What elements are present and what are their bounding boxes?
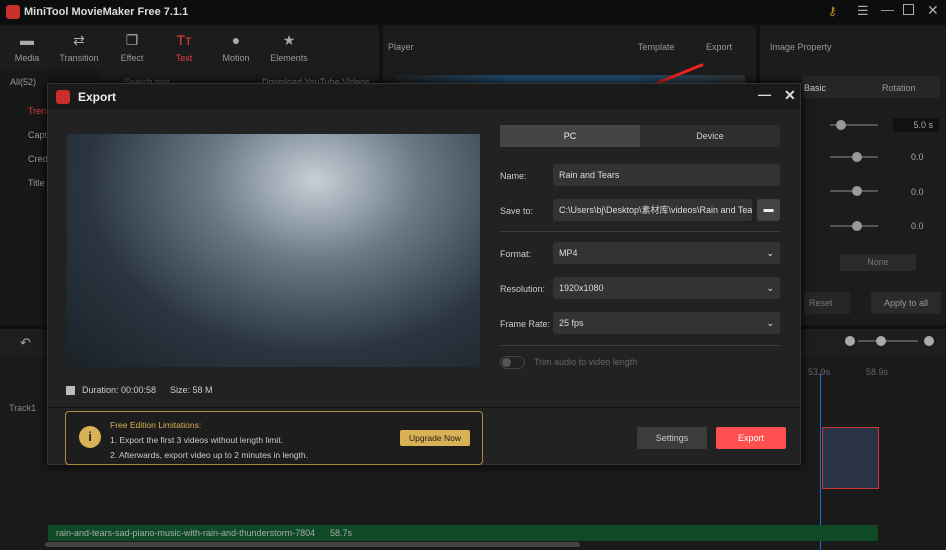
limitation-line-1: 1. Export the first 3 videos without len… <box>110 435 283 445</box>
undo-icon[interactable]: ↶ <box>20 335 31 351</box>
swap-icon: ⇄ <box>73 32 85 48</box>
dialog-close-icon[interactable]: ✕ <box>784 87 796 104</box>
frame-rate-label: Frame Rate: <box>500 319 551 329</box>
app-logo-icon <box>56 89 70 104</box>
time-mark: 58.9s <box>866 367 889 377</box>
name-label: Name: <box>500 171 527 181</box>
tab-device[interactable]: Device <box>640 125 780 147</box>
resolution-select[interactable]: 1920x1080 ⌄ <box>553 277 780 299</box>
star-icon: ★ <box>282 32 296 48</box>
format-label: Format: <box>500 249 532 259</box>
trim-audio-label: Trim audio to video length <box>534 357 638 367</box>
frame-rate-select[interactable]: 25 fps ⌄ <box>553 312 780 334</box>
maximize-icon[interactable] <box>903 4 914 15</box>
effect-icon: ❐ <box>125 32 139 48</box>
tool-motion[interactable]: ● Motion <box>211 32 261 63</box>
brightness-value: 0.0 <box>911 221 924 231</box>
tool-elements[interactable]: ★ Elements <box>264 32 314 63</box>
export-top-button[interactable]: Export <box>706 42 732 52</box>
reset-button[interactable]: Reset <box>804 292 850 314</box>
chevron-down-icon: ⌄ <box>766 318 774 328</box>
limitation-title: Free Edition Limitations: <box>110 420 202 430</box>
save-path-input[interactable]: C:\Users\bj\Desktop\素材库\videos\Rain and … <box>553 199 752 221</box>
chevron-down-icon: ⌄ <box>766 283 774 293</box>
video-preview <box>67 134 480 367</box>
dialog-title: Export <box>78 89 117 104</box>
track-label: Track1 <box>9 403 37 413</box>
text-icon: Tт <box>176 32 192 48</box>
trim-audio-toggle[interactable] <box>500 356 525 369</box>
dialog-minimize-icon[interactable]: — <box>758 87 771 102</box>
dialog-header: Export — ✕ <box>48 84 800 109</box>
apply-to-all-button[interactable]: Apply to all <box>871 292 941 314</box>
browse-folder-button[interactable]: ▬ <box>757 199 780 221</box>
player-title: Player <box>388 42 414 52</box>
film-icon <box>66 386 75 395</box>
audio-clip[interactable]: rain-and-tears-sad-piano-music-with-rain… <box>48 525 878 541</box>
motion-icon: ● <box>231 32 241 48</box>
chevron-down-icon: ⌄ <box>766 248 774 258</box>
settings-button[interactable]: Settings <box>637 427 707 449</box>
tool-effect[interactable]: ❐ Effect <box>107 32 157 63</box>
minimize-icon[interactable]: — <box>881 2 894 17</box>
playhead[interactable] <box>820 373 821 550</box>
export-button[interactable]: Export <box>716 427 786 449</box>
menu-icon[interactable]: ☰ <box>857 3 869 19</box>
limitation-line-2: 2. Afterwards, export video up to 2 minu… <box>110 450 308 460</box>
save-to-label: Save to: <box>500 206 534 216</box>
close-icon[interactable]: ✕ <box>927 2 939 19</box>
export-dialog: Export — ✕ Duration: 00:00:58 Size: 58 M… <box>47 83 801 465</box>
size-text: Size: 58 M <box>170 385 213 395</box>
clip-thumbnail[interactable] <box>822 427 879 489</box>
template-button[interactable]: Template <box>638 42 675 52</box>
info-icon: i <box>79 426 101 448</box>
format-select[interactable]: MP4 ⌄ <box>553 242 780 264</box>
title-bar: MiniTool MovieMaker Free 7.1.1 ⚷ ☰ — ✕ <box>0 0 946 24</box>
duration-field[interactable]: 5.0 s <box>893 118 939 132</box>
tab-basic[interactable]: Basic <box>804 83 826 93</box>
horizontal-scrollbar[interactable] <box>45 542 580 547</box>
folder-icon: ▬ <box>763 204 774 215</box>
zoom-in-icon[interactable] <box>924 336 934 346</box>
upgrade-now-button[interactable]: Upgrade Now <box>400 430 470 446</box>
resolution-label: Resolution: <box>500 284 546 294</box>
name-input[interactable]: Rain and Tears <box>553 164 780 186</box>
duration-text: Duration: 00:00:58 <box>82 385 157 395</box>
app-title: MiniTool MovieMaker Free 7.1.1 <box>24 6 189 18</box>
saturation-value: 0.0 <box>911 187 924 197</box>
category-title[interactable]: Title <box>28 178 45 188</box>
app-logo-icon <box>6 5 20 19</box>
key-icon[interactable]: ⚷ <box>828 4 837 18</box>
tool-transition[interactable]: ⇄ Transition <box>54 32 104 63</box>
contrast-value: 0.0 <box>911 152 924 162</box>
property-title: Image Property <box>770 42 832 52</box>
zoom-out-icon[interactable] <box>845 336 855 346</box>
tab-rotation[interactable]: Rotation <box>882 83 916 93</box>
limitation-notice: i Free Edition Limitations: 1. Export th… <box>65 411 483 465</box>
folder-icon: ▬ <box>20 32 34 48</box>
lut-select[interactable]: None <box>840 254 916 271</box>
tab-pc[interactable]: PC <box>500 125 640 147</box>
all-category[interactable]: All(52) <box>10 77 36 87</box>
tool-media[interactable]: ▬ Media <box>2 32 52 63</box>
tool-text[interactable]: Tт Text <box>159 32 209 63</box>
